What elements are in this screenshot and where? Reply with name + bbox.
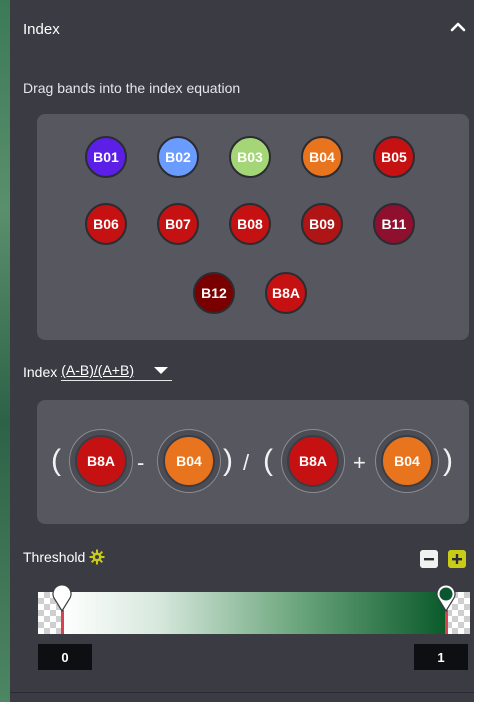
index-formula-value: (A-B)/(A+B) bbox=[61, 362, 134, 378]
index-formula-dropdown[interactable]: (A-B)/(A+B) bbox=[61, 362, 172, 381]
threshold-label: Threshold bbox=[23, 549, 86, 565]
plus-operator: + bbox=[353, 450, 366, 475]
threshold-max-value[interactable]: 1 bbox=[414, 644, 468, 670]
index-label: Index bbox=[23, 363, 58, 380]
band-chip[interactable]: B12 bbox=[193, 272, 235, 314]
gear-icon[interactable] bbox=[89, 549, 105, 565]
threshold-colorbar bbox=[38, 592, 470, 634]
divider bbox=[10, 692, 474, 693]
band-chip[interactable]: B06 bbox=[85, 203, 127, 245]
open-paren: ( bbox=[51, 444, 61, 477]
band-chip[interactable]: B08 bbox=[229, 203, 271, 245]
open-paren: ( bbox=[263, 444, 273, 477]
threshold-gradient bbox=[62, 592, 446, 634]
plus-icon[interactable] bbox=[448, 550, 466, 568]
close-paren: ) bbox=[223, 444, 233, 477]
band-chip[interactable]: B8A bbox=[75, 435, 127, 487]
band-chip[interactable]: B01 bbox=[85, 136, 127, 178]
band-chip[interactable]: B8A bbox=[265, 272, 307, 314]
band-chip[interactable]: B07 bbox=[157, 203, 199, 245]
chevron-up-icon[interactable] bbox=[450, 19, 466, 35]
threshold-header: Threshold bbox=[23, 549, 105, 565]
band-chip[interactable]: B04 bbox=[381, 435, 433, 487]
band-chip[interactable]: B03 bbox=[229, 136, 271, 178]
minus-operator: - bbox=[137, 450, 145, 475]
slot-a-numerator[interactable]: B8A bbox=[69, 429, 133, 493]
band-chip[interactable]: B09 bbox=[301, 203, 343, 245]
index-equation: ( B8A - B04 ) / ( B8A + B04 ) bbox=[37, 400, 469, 524]
caret-down-icon bbox=[153, 366, 168, 374]
panel-header[interactable]: Index bbox=[10, 0, 474, 58]
band-chip[interactable]: B05 bbox=[373, 136, 415, 178]
threshold-low-handle[interactable] bbox=[51, 584, 73, 612]
threshold-high-handle[interactable] bbox=[435, 584, 457, 612]
close-paren: ) bbox=[443, 444, 453, 477]
panel-title: Index bbox=[23, 21, 60, 38]
threshold-min-value[interactable]: 0 bbox=[38, 644, 92, 670]
band-chip[interactable]: B04 bbox=[163, 435, 215, 487]
divide-operator: / bbox=[243, 450, 250, 475]
minus-icon[interactable] bbox=[420, 550, 438, 568]
band-chip[interactable]: B11 bbox=[373, 203, 415, 245]
page-edge bbox=[474, 0, 484, 702]
threshold-low-marker bbox=[60, 610, 64, 634]
instruction-text: Drag bands into the index equation bbox=[23, 80, 241, 96]
threshold-high-marker bbox=[444, 610, 448, 634]
slot-a-denominator[interactable]: B8A bbox=[281, 429, 345, 493]
index-row: Index (A-B)/(A+B) bbox=[23, 362, 172, 381]
band-chip[interactable]: B8A bbox=[287, 435, 339, 487]
slot-b-numerator[interactable]: B04 bbox=[157, 429, 221, 493]
band-palette: B01 B02 B03 B04 B05 B06 B07 B08 B09 B11 … bbox=[37, 114, 469, 340]
map-edge bbox=[0, 0, 10, 702]
index-panel: Index Drag bands into the index equation… bbox=[10, 0, 474, 702]
band-chip[interactable]: B04 bbox=[301, 136, 343, 178]
slot-b-denominator[interactable]: B04 bbox=[375, 429, 439, 493]
band-chip[interactable]: B02 bbox=[157, 136, 199, 178]
